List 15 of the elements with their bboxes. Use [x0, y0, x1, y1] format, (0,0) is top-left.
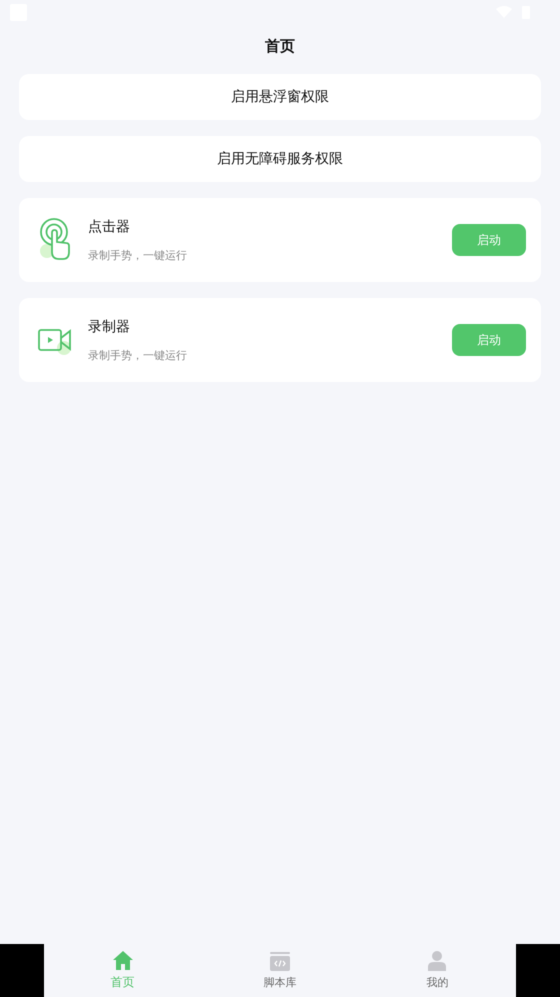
tool-name: 录制器 [88, 318, 130, 336]
tool-description: 录制手势，一键运行 [88, 348, 187, 362]
permission-button[interactable]: 启用悬浮窗权限 [19, 74, 541, 120]
permission-button[interactable]: 启用无障碍服务权限 [19, 136, 541, 182]
tool-name: 点击器 [88, 218, 130, 236]
page-title: 首页 [265, 36, 295, 56]
screen-edge-bar [0, 944, 44, 997]
nav-tab[interactable]: 我的 [402, 944, 472, 997]
tap-finger-icon [38, 218, 72, 262]
home-icon [112, 950, 133, 970]
code-icon [270, 952, 290, 970]
screen-edge-bar [516, 944, 560, 997]
nav-tab[interactable]: 脚本库 [244, 944, 315, 997]
tool-description: 录制手势，一键运行 [88, 248, 187, 262]
person-icon [428, 951, 446, 971]
